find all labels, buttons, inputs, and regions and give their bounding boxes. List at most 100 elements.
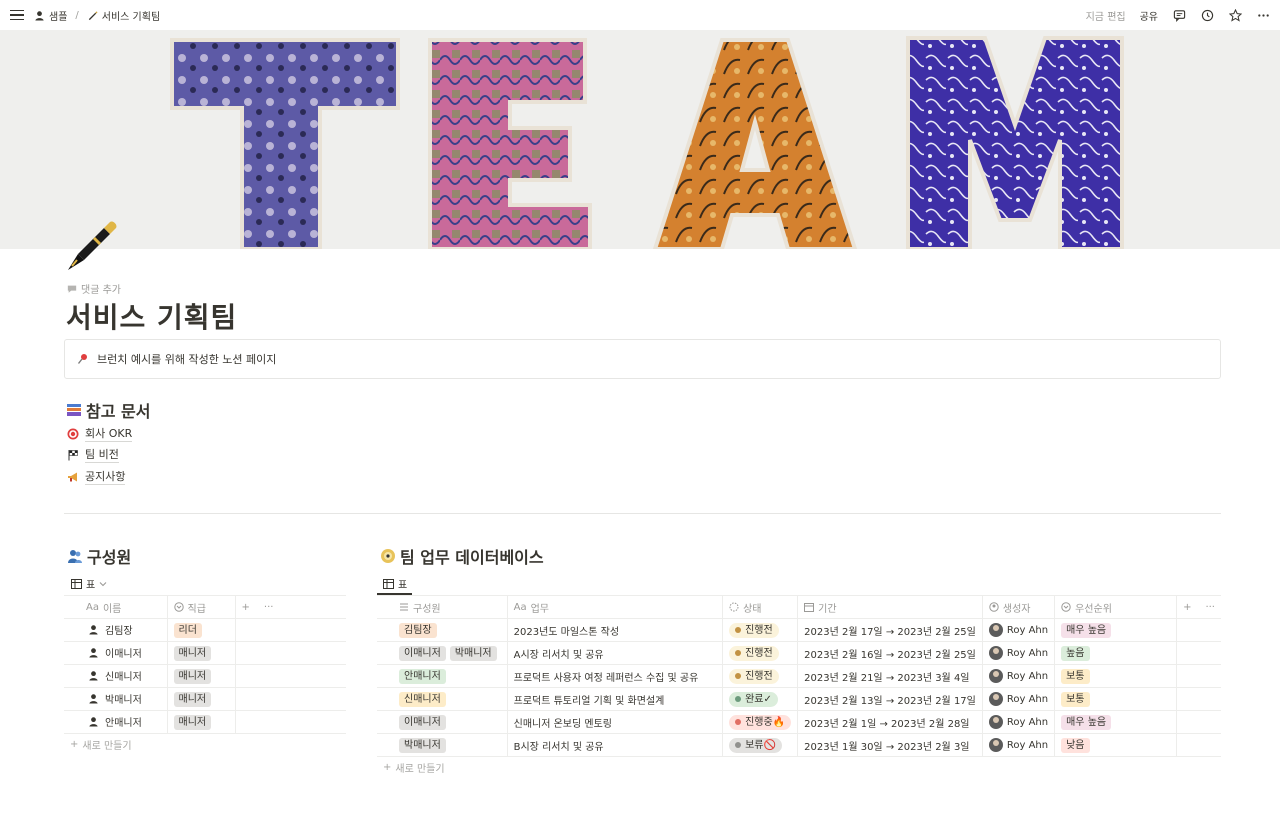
callout-block[interactable]: 브런치 예시를 위해 작성한 노션 페이지 [64,339,1221,379]
priority-cell[interactable]: 높음 [1054,641,1178,665]
members-cell[interactable]: 김팀장 [377,618,508,642]
more-icon[interactable]: ··· [264,602,274,613]
table-row[interactable]: 안매니저 매니저 [64,710,346,734]
table-row[interactable]: 안매니저 프로덕트 사용자 여정 레퍼런스 수집 및 공유 진행전 2023년 2월 … [377,664,1221,688]
position-tag: 매니저 [173,645,212,661]
members-cell[interactable]: 이매니저 [377,710,508,734]
avatar [988,692,1003,706]
priority-cell[interactable]: 보통 [1054,664,1178,688]
name-cell[interactable]: 안매니저 [64,710,168,734]
table-row[interactable]: 이매니저 박매니저 A시장 리서치 및 공유 진행전 2023년 2월 16일 → 20… [377,641,1221,665]
position-cell[interactable]: 매니저 [167,710,236,734]
more-icon[interactable] [1256,8,1270,22]
cover-image[interactable] [0,30,1280,249]
add-property-icon[interactable]: + [1183,602,1191,613]
creator-cell[interactable]: Roy Ahn [982,664,1056,688]
reference-link-vision[interactable]: 팀 비전 [67,446,119,463]
reference-link-notice[interactable]: 공지사항 [67,468,126,485]
creator-cell[interactable]: Roy Ahn [982,618,1056,642]
column-header-name[interactable]: Aa 이름 [64,595,168,619]
creator-cell[interactable]: Roy Ahn [982,733,1056,757]
breadcrumb-item-team[interactable]: 서비스 기획팀 [87,8,160,23]
column-header-position[interactable]: 직급 [167,595,236,619]
task-cell[interactable]: 프로덕트 튜토리얼 기획 및 화면설계 [507,687,724,711]
name-cell[interactable]: 신매니저 [64,664,168,688]
task-cell[interactable]: A시장 리서치 및 공유 [507,641,724,665]
share-button[interactable]: 공유 [1140,8,1158,23]
task-cell[interactable]: B시장 리서치 및 공유 [507,733,724,757]
task-cell[interactable]: 프로덕트 사용자 여정 레퍼런스 수집 및 공유 [507,664,724,688]
star-icon[interactable] [1228,8,1242,22]
member-name: 신매니저 [88,668,142,683]
status-cell[interactable]: 보류🚫 [722,733,799,757]
task-cell[interactable]: 신매니저 온보딩 멘토링 [507,710,724,734]
period-cell[interactable]: 2023년 2월 16일 → 2023년 2월 25일 [797,641,983,665]
members-cell[interactable]: 안매니저 [377,664,508,688]
table-row[interactable]: 이매니저 신매니저 온보딩 멘토링 진행중🔥 2023년 2월 1일 → 2023년 … [377,710,1221,734]
empty-cell [1176,664,1221,688]
position-cell[interactable]: 리더 [167,618,236,642]
members-view-tab[interactable]: 표 [71,576,107,591]
members-cell[interactable]: 박매니저 [377,733,508,757]
name-cell[interactable]: 김팀장 [64,618,168,642]
more-icon[interactable]: ··· [1205,602,1215,613]
priority-cell[interactable]: 낮음 [1054,733,1178,757]
period-cell[interactable]: 2023년 2월 1일 → 2023년 2월 28일 [797,710,983,734]
page-title[interactable]: 서비스 기획팀 [66,296,237,336]
priority-cell[interactable]: 매우 높음 [1054,618,1178,642]
column-header-task[interactable]: Aa 업무 [507,595,724,619]
creator-cell[interactable]: Roy Ahn [982,641,1056,665]
status-cell[interactable]: 진행전 [722,641,799,665]
member-tag: 박매니저 [449,645,497,661]
task-title: A시장 리서치 및 공유 [513,649,604,661]
members-new-row-button[interactable]: + 새로 만들기 [70,737,132,752]
priority-cell[interactable]: 매우 높음 [1054,710,1178,734]
column-header-creator[interactable]: 생성자 [982,595,1056,619]
empty-cell [235,710,346,734]
comment-icon[interactable] [1172,8,1186,22]
task-title: 신매니저 온보딩 멘토링 [513,718,612,730]
history-icon[interactable] [1200,8,1214,22]
status-label: 보류🚫 [745,739,776,751]
top-bar: 샘플 / 서비스 기획팀 지금 편집 공유 [0,0,1280,30]
table-row[interactable]: 박매니저 매니저 [64,687,346,711]
position-cell[interactable]: 매니저 [167,664,236,688]
position-cell[interactable]: 매니저 [167,641,236,665]
status-cell[interactable]: 완료✓ [722,687,799,711]
task-cell[interactable]: 2023년도 마일스톤 작성 [507,618,724,642]
members-cell[interactable]: 신매니저 [377,687,508,711]
members-cell[interactable]: 이매니저 박매니저 [377,641,508,665]
status-cell[interactable]: 진행중🔥 [722,710,799,734]
creator-cell[interactable]: Roy Ahn [982,710,1056,734]
status-cell[interactable]: 진행전 [722,664,799,688]
creator-cell[interactable]: Roy Ahn [982,687,1056,711]
period-cell[interactable]: 2023년 2월 17일 → 2023년 2월 25일 [797,618,983,642]
tasks-new-row-button[interactable]: + 새로 만들기 [383,760,445,775]
sidebar-toggle-icon[interactable] [10,8,24,22]
column-header-priority[interactable]: 우선순위 [1054,595,1178,619]
page-pen-icon[interactable] [64,218,120,274]
breadcrumb-item-sample[interactable]: 샘플 [34,8,67,23]
table-row[interactable]: 김팀장 리더 [64,618,346,642]
add-property-icon[interactable]: + [242,602,250,613]
table-row[interactable]: 신매니저 프로덕트 튜토리얼 기획 및 화면설계 완료✓ 2023년 2월 13일 →… [377,687,1221,711]
add-comment-button[interactable]: 댓글 추가 [67,281,121,296]
period-cell[interactable]: 2023년 1월 30일 → 2023년 2월 3일 [797,733,983,757]
status-cell[interactable]: 진행전 [722,618,799,642]
priority-cell[interactable]: 보통 [1054,687,1178,711]
member-tag: 이매니저 [399,645,446,661]
column-header-members[interactable]: 구성원 [377,595,508,619]
column-header-status[interactable]: 상태 [722,595,799,619]
name-cell[interactable]: 이매니저 [64,641,168,665]
table-row[interactable]: 이매니저 매니저 [64,641,346,665]
column-header-period[interactable]: 기간 [797,595,983,619]
name-cell[interactable]: 박매니저 [64,687,168,711]
tasks-view-tab[interactable]: 표 [383,576,407,591]
position-cell[interactable]: 매니저 [167,687,236,711]
table-row[interactable]: 김팀장 2023년도 마일스톤 작성 진행전 2023년 2월 17일 → 2023년… [377,618,1221,642]
table-row[interactable]: 신매니저 매니저 [64,664,346,688]
period-cell[interactable]: 2023년 2월 13일 → 2023년 2월 17일 [797,687,983,711]
table-row[interactable]: 박매니저 B시장 리서치 및 공유 보류🚫 2023년 1월 30일 → 2023년 … [377,733,1221,757]
reference-link-okr[interactable]: 회사 OKR [67,425,133,442]
period-cell[interactable]: 2023년 2월 21일 → 2023년 3월 4일 [797,664,983,688]
